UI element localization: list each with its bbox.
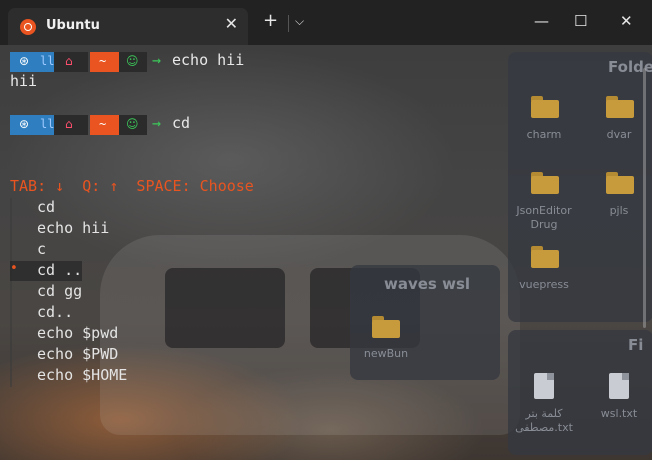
- history-menu-item[interactable]: cd..: [37, 303, 73, 321]
- history-menu-item[interactable]: cd gg: [37, 282, 82, 300]
- dir-label: ~: [99, 117, 107, 131]
- prompt-arrow: →: [152, 51, 162, 69]
- prompt-segment-home: ⌂: [54, 52, 88, 72]
- ubuntu-logo-icon: ⊛: [19, 54, 30, 68]
- folder-label[interactable]: pjls: [579, 204, 652, 218]
- dir-label: ~: [99, 54, 107, 68]
- menu-hint: TAB: ↓ Q: ↑ SPACE: Choose: [10, 177, 254, 195]
- git-branch-label: ll: [40, 54, 55, 68]
- folder-icon: [531, 246, 559, 268]
- minimize-button[interactable]: —: [534, 14, 549, 29]
- folder-icon: [606, 172, 634, 194]
- file-label[interactable]: كلمة بتر مصطفى.txt: [504, 407, 584, 435]
- folder-icon: [372, 316, 400, 338]
- prompt-segment-dir: ~: [90, 52, 119, 72]
- tab-title: Ubuntu: [46, 18, 100, 33]
- history-menu-item[interactable]: echo $pwd: [37, 324, 118, 342]
- desktop-fence-files: Fi: [508, 330, 652, 455]
- ubuntu-icon: [20, 19, 36, 35]
- file-icon: [534, 373, 554, 399]
- chevron-down-icon[interactable]: ⌵: [295, 14, 304, 29]
- home-icon: ⌂: [65, 54, 73, 68]
- file-label[interactable]: wsl.txt: [579, 407, 652, 421]
- prompt-segment-os: ⊛ ll: [10, 52, 54, 72]
- file-icon: [609, 373, 629, 399]
- home-icon: ⌂: [65, 117, 73, 131]
- history-menu-item[interactable]: echo $HOME: [37, 366, 127, 384]
- command-text: echo hii: [172, 51, 245, 69]
- history-menu-item[interactable]: cd: [37, 198, 55, 216]
- history-menu-item[interactable]: echo hii: [37, 219, 109, 237]
- fence-title: waves wsl: [384, 275, 471, 293]
- smiley-icon: ☺: [126, 54, 139, 68]
- prompt-arrow: →: [152, 114, 162, 132]
- ubuntu-logo-icon: ⊛: [19, 117, 30, 131]
- folder-label[interactable]: JsonEditor Drug: [504, 204, 584, 232]
- history-menu-item[interactable]: c: [37, 240, 46, 258]
- divider: [288, 15, 289, 32]
- folder-label[interactable]: newBun: [346, 347, 426, 361]
- folder-icon: [531, 172, 559, 194]
- prompt-segment-status: ☺: [119, 52, 147, 72]
- wallpaper-van-window: [165, 268, 285, 348]
- history-menu-item[interactable]: echo $PWD: [37, 345, 118, 363]
- git-branch-label: ll: [40, 117, 55, 131]
- new-tab-button[interactable]: +: [263, 12, 278, 30]
- menu-gutter: [10, 198, 12, 387]
- folder-icon: [531, 96, 559, 118]
- tab-close-icon[interactable]: ✕: [225, 14, 238, 33]
- maximize-button[interactable]: ☐: [574, 14, 587, 29]
- folder-label[interactable]: dvar: [579, 128, 652, 142]
- scrollbar[interactable]: [643, 68, 646, 328]
- close-button[interactable]: ✕: [620, 14, 633, 29]
- selection-marker: •: [10, 261, 18, 276]
- smiley-icon: ☺: [126, 117, 139, 131]
- title-bar[interactable]: Ubuntu ✕ + ⌵ — ☐ ✕: [0, 0, 652, 45]
- tab-ubuntu[interactable]: Ubuntu ✕: [8, 8, 248, 45]
- folder-label[interactable]: vuepress: [504, 278, 584, 292]
- command-text: cd: [172, 114, 191, 132]
- folder-label[interactable]: charm: [504, 128, 584, 142]
- prompt-segment-status: ☺: [119, 115, 147, 135]
- folder-icon: [606, 96, 634, 118]
- command-output: hii: [10, 72, 38, 90]
- prompt-segment-dir: ~: [90, 115, 119, 135]
- prompt-segment-os: ⊛ ll: [10, 115, 54, 135]
- history-menu-item[interactable]: cd ..: [37, 261, 82, 279]
- prompt-segment-home: ⌂: [54, 115, 88, 135]
- fence-title: Fi: [628, 336, 644, 354]
